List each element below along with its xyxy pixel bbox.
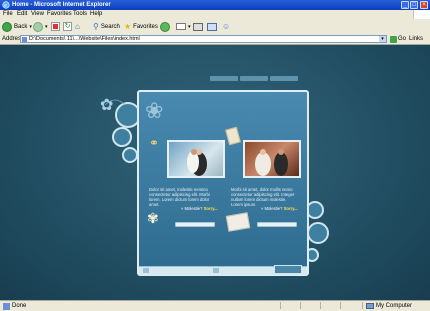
menu-view[interactable]: View [31, 11, 44, 18]
favorites-label: Favorites [133, 23, 158, 30]
search-button[interactable]: ⚲ Search [93, 21, 120, 32]
right-action-bar[interactable] [257, 222, 297, 227]
footer-right-badge[interactable] [274, 265, 302, 274]
my-computer-icon [366, 303, 374, 309]
scroll-ornament [225, 126, 241, 146]
stop-icon [51, 22, 60, 31]
star-icon: ★ [124, 22, 132, 31]
site-nav-tab-3[interactable] [270, 76, 298, 81]
status-separator [340, 302, 341, 309]
home-icon: ⌂ [75, 22, 80, 31]
messenger-button[interactable]: ☺ [222, 21, 230, 32]
internet-explorer-icon: e [2, 1, 10, 9]
media-icon [160, 21, 170, 32]
forward-button[interactable]: ▾ [33, 21, 48, 32]
window-title-bar[interactable]: e Home - Microsoft Internet Explorer _ □… [0, 0, 430, 10]
media-button[interactable] [160, 21, 170, 32]
couple-photo-left [167, 140, 225, 178]
status-zone: My Computer [366, 302, 412, 310]
svg-text:e: e [4, 3, 7, 9]
more-link-left[interactable]: » Molestie? Sorry... [181, 206, 218, 211]
left-action-bar[interactable] [175, 222, 215, 227]
page-icon [22, 37, 27, 42]
footer-left-icon [143, 268, 149, 273]
more-link-left-label[interactable]: Sorry... [204, 206, 218, 211]
refresh-icon: ↻ [63, 22, 72, 31]
back-dropdown-icon[interactable]: ▾ [29, 24, 32, 30]
status-separator [320, 302, 321, 309]
windows-logo [413, 10, 430, 19]
mail-button[interactable]: ▾ [176, 21, 191, 32]
status-separator [362, 302, 363, 309]
favorites-button[interactable]: ★ Favorites [124, 21, 158, 32]
status-separator [280, 302, 281, 309]
window-title: Home - Microsoft Internet Explorer [12, 2, 111, 8]
back-arrow-icon [2, 21, 12, 32]
menu-help[interactable]: Help [90, 11, 102, 18]
invitation-card-ornament [225, 212, 251, 232]
edit-icon [207, 22, 217, 31]
address-input[interactable]: D:\Documents\ 11\...\Website\Files\index… [20, 35, 387, 43]
site-nav-tabs [210, 76, 298, 81]
more-text-right: » Molestie? [261, 206, 283, 211]
flower-bouquet-ornament: ✾ [147, 210, 159, 226]
left-column-text: Dolor sit amet, molestie nemmo consectet… [149, 187, 210, 207]
back-label: Back [14, 23, 28, 30]
site-nav-tab-2[interactable] [240, 76, 268, 81]
go-button[interactable]: Go [390, 35, 406, 43]
maximize-button[interactable]: □ [410, 1, 418, 9]
zone-text: My Computer [376, 303, 413, 309]
more-text-left: » Molestie? [181, 206, 203, 211]
address-url[interactable]: D:\Documents\ 11\...\Website\Files\index… [29, 36, 140, 43]
menu-edit[interactable]: Edit [17, 11, 27, 18]
more-link-right-label[interactable]: Sorry... [284, 206, 298, 211]
search-label: Search [100, 23, 120, 30]
go-label: Go [398, 36, 407, 42]
print-button[interactable] [193, 21, 203, 32]
links-button[interactable]: Links [409, 35, 423, 43]
forward-arrow-icon [33, 21, 43, 32]
couple-photo-right [243, 140, 301, 178]
refresh-button[interactable]: ↻ [63, 21, 72, 32]
print-icon [193, 22, 203, 31]
wedding-rings-icon: ⚭ [149, 136, 160, 150]
more-link-right[interactable]: » Molestie? Sorry... [261, 206, 298, 211]
site-footer-bar [139, 265, 307, 275]
mail-icon [176, 23, 186, 30]
floral-header-ornament: ❀ [145, 98, 164, 123]
forward-dropdown-icon[interactable]: ▾ [45, 24, 48, 30]
mail-dropdown-icon[interactable]: ▾ [188, 24, 191, 30]
menu-tools[interactable]: Tools [73, 11, 87, 18]
standard-toolbar: Back ▾ ▾ ↻ ⌂ ⚲ Search ★ Favorites ▾ ☺ [0, 19, 430, 35]
stop-button[interactable] [51, 21, 60, 32]
web-page-viewport: ✿ ❀ ⚭ Dolor sit amet, molestie nemmo con… [0, 45, 430, 300]
menu-file[interactable]: File [3, 11, 13, 18]
flower-ornament-icon: ✿ [100, 97, 114, 114]
close-button[interactable]: × [420, 1, 428, 9]
address-bar: Address D:\Documents\ 11\...\Website\Fil… [0, 34, 430, 45]
status-left: Done [3, 302, 26, 310]
status-text: Done [12, 303, 27, 309]
minimize-button[interactable]: _ [401, 1, 409, 9]
page-status-icon [3, 302, 10, 310]
back-button[interactable]: Back ▾ [2, 21, 32, 32]
go-arrow-icon [390, 35, 397, 43]
messenger-icon: ☺ [222, 22, 231, 31]
status-separator [300, 302, 301, 309]
edit-button[interactable] [207, 21, 217, 32]
home-button[interactable]: ⌂ [75, 21, 84, 32]
site-nav-tab-1[interactable] [210, 76, 238, 81]
site-content-panel: ❀ ⚭ Dolor sit amet, molestie nemmo conse… [137, 90, 309, 276]
status-bar: Done My Computer [0, 300, 430, 311]
right-column-text: Morbi sit amet, dolor mollis nemo consec… [231, 187, 295, 207]
address-dropdown-icon[interactable]: ▾ [379, 36, 386, 42]
search-icon: ⚲ [93, 22, 99, 31]
menu-favorites[interactable]: Favorites [47, 11, 72, 18]
footer-mid-icon [213, 268, 219, 273]
